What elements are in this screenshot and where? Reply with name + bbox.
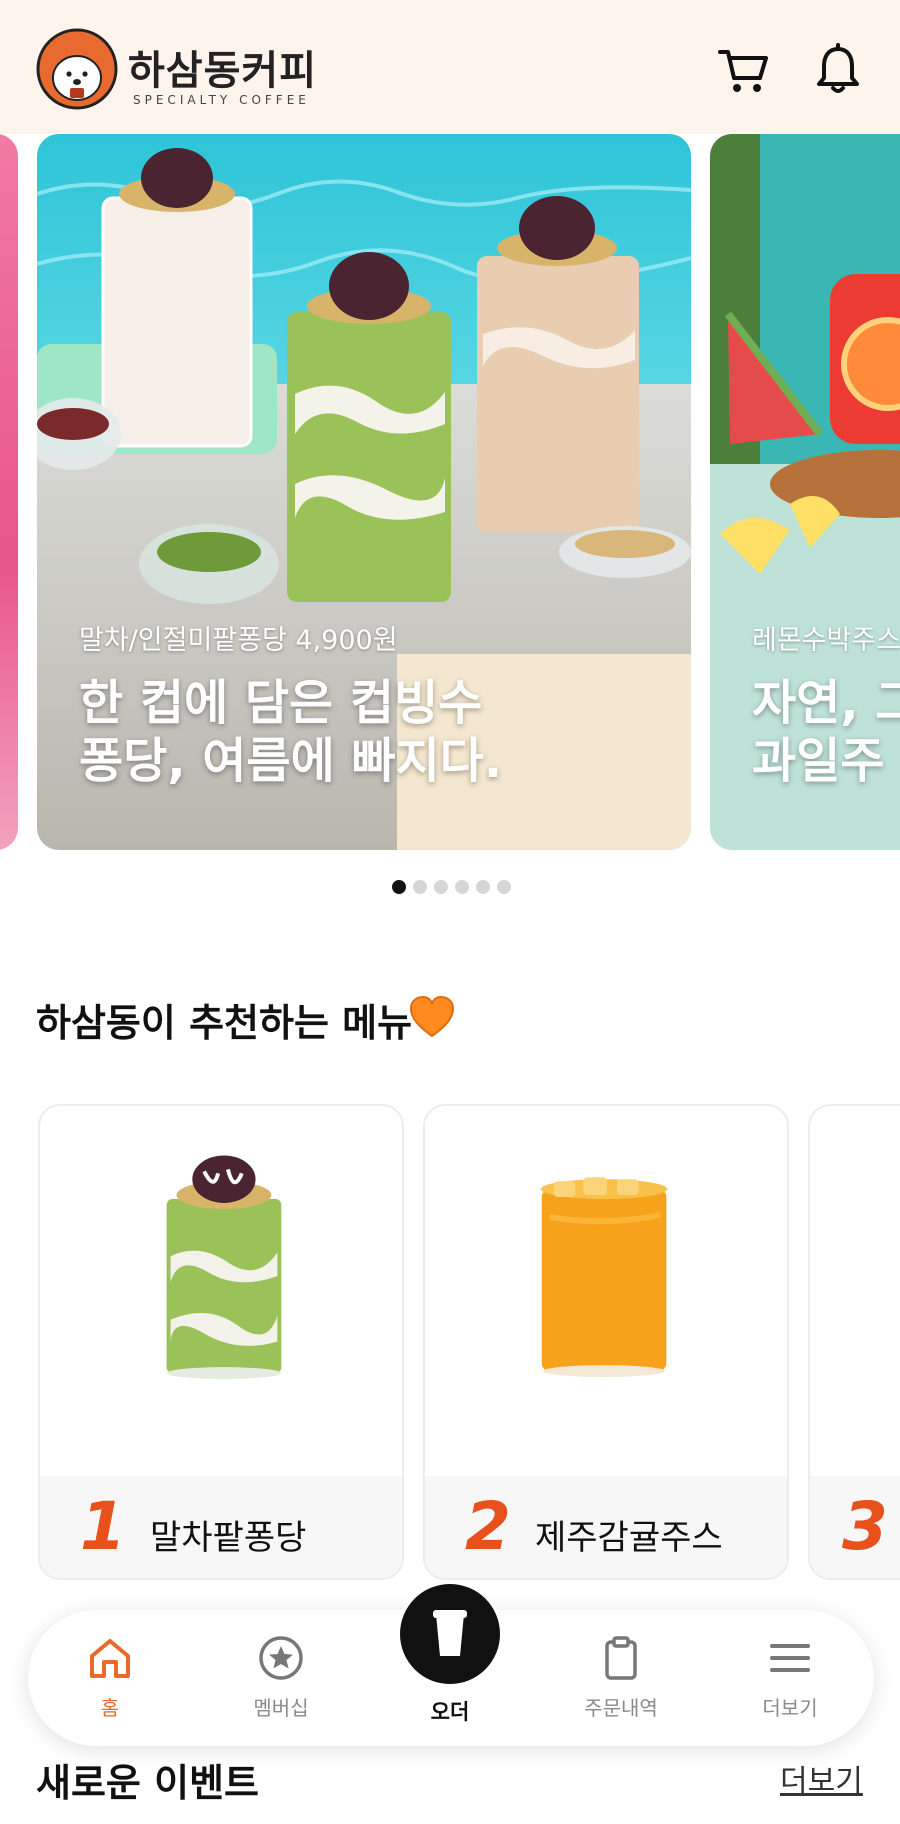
carousel-indicator bbox=[392, 880, 511, 894]
menu-name: 말차팥퐁당 bbox=[150, 1518, 307, 1558]
home-icon bbox=[90, 1639, 130, 1678]
carousel-slide-prev[interactable] bbox=[0, 134, 18, 850]
cart-icon[interactable] bbox=[716, 42, 772, 98]
nav-order-history[interactable]: 주문내역 bbox=[561, 1634, 681, 1734]
clipboard-icon bbox=[605, 1636, 637, 1680]
rank-number: 1 bbox=[80, 1488, 126, 1565]
banner-subtitle: 말차/인절미팥퐁당 4,900원 bbox=[79, 625, 398, 656]
app-header: 하삼동커피 SPECIALTY COFFEE bbox=[0, 0, 900, 134]
nav-home-label: 홈 bbox=[100, 1696, 120, 1720]
brand-name: 하삼동커피 bbox=[128, 47, 317, 94]
logo-icon bbox=[36, 28, 118, 110]
product-image bbox=[540, 1177, 668, 1378]
nav-home[interactable]: 홈 bbox=[50, 1634, 170, 1734]
nav-membership[interactable]: 멤버십 bbox=[221, 1634, 341, 1734]
order-button[interactable] bbox=[400, 1584, 500, 1684]
carousel-dot[interactable] bbox=[392, 880, 406, 894]
carousel-dot[interactable] bbox=[455, 880, 469, 894]
carousel-dot[interactable] bbox=[413, 880, 427, 894]
orange-heart-icon bbox=[409, 995, 455, 1038]
banner-next-title-line-2: 과일주 bbox=[752, 733, 885, 789]
recommended-list: 1 말차팥퐁당 2 제주감귤주스 3 bbox=[0, 1104, 900, 1584]
banner-title-line-1: 한 컵에 담은 컵빙수 bbox=[79, 675, 483, 731]
banner-next-subtitle: 레몬수박주스 bbox=[752, 625, 900, 656]
nav-more-label: 더보기 bbox=[762, 1696, 818, 1720]
nav-membership-label: 멤버십 bbox=[253, 1696, 309, 1720]
banner-title: 한 컵에 담은 컵빙수 퐁당, 여름에 빠지다. bbox=[79, 674, 502, 790]
menu-card[interactable]: 3 bbox=[808, 1104, 900, 1580]
menu-card[interactable]: 1 말차팥퐁당 bbox=[38, 1104, 404, 1580]
nav-more[interactable]: 더보기 bbox=[730, 1634, 850, 1734]
rank-number: 3 bbox=[842, 1488, 888, 1565]
menu-name: 제주감귤주스 bbox=[535, 1518, 723, 1558]
menu-icon bbox=[770, 1644, 810, 1672]
events-title: 새로운 이벤트 bbox=[36, 1761, 259, 1805]
bell-icon[interactable] bbox=[810, 42, 866, 98]
menu-card[interactable]: 2 제주감귤주스 bbox=[423, 1104, 789, 1580]
star-badge-icon bbox=[259, 1636, 303, 1680]
events-more-link[interactable]: 더보기 bbox=[780, 1756, 863, 1800]
recommended-title: 하삼동이 추천하는 메뉴 bbox=[36, 1001, 413, 1045]
carousel-dot[interactable] bbox=[434, 880, 448, 894]
menu-card-footer: 1 말차팥퐁당 bbox=[40, 1476, 402, 1578]
menu-card-footer: 3 bbox=[810, 1476, 900, 1578]
brand-tagline: SPECIALTY COFFEE bbox=[133, 93, 310, 107]
menu-card-footer: 2 제주감귤주스 bbox=[425, 1476, 787, 1578]
nav-order-label: 오더 bbox=[430, 1700, 470, 1724]
carousel-slide-next[interactable]: 레몬수박주스 자연, 그 과일주 bbox=[710, 134, 900, 850]
banner-title-line-2: 퐁당, 여름에 빠지다. bbox=[79, 733, 503, 789]
carousel-dot[interactable] bbox=[476, 880, 490, 894]
banner-next-title: 자연, 그 과일주 bbox=[752, 674, 900, 790]
nav-order-history-label: 주문내역 bbox=[584, 1696, 658, 1720]
app-root: 하삼동커피 SPECIALTY COFFEE 말차/인절미팥퐁당 4,900원 … bbox=[0, 0, 900, 1824]
carousel-slide-current[interactable]: 말차/인절미팥퐁당 4,900원 한 컵에 담은 컵빙수 퐁당, 여름에 빠지다… bbox=[37, 134, 691, 850]
promo-carousel[interactable]: 말차/인절미팥퐁당 4,900원 한 컵에 담은 컵빙수 퐁당, 여름에 빠지다… bbox=[0, 134, 900, 854]
rank-number: 2 bbox=[465, 1488, 511, 1565]
product-image bbox=[166, 1155, 282, 1380]
carousel-dot[interactable] bbox=[497, 880, 511, 894]
banner-next-title-line-1: 자연, 그 bbox=[752, 675, 900, 731]
cup-icon bbox=[433, 1610, 467, 1656]
